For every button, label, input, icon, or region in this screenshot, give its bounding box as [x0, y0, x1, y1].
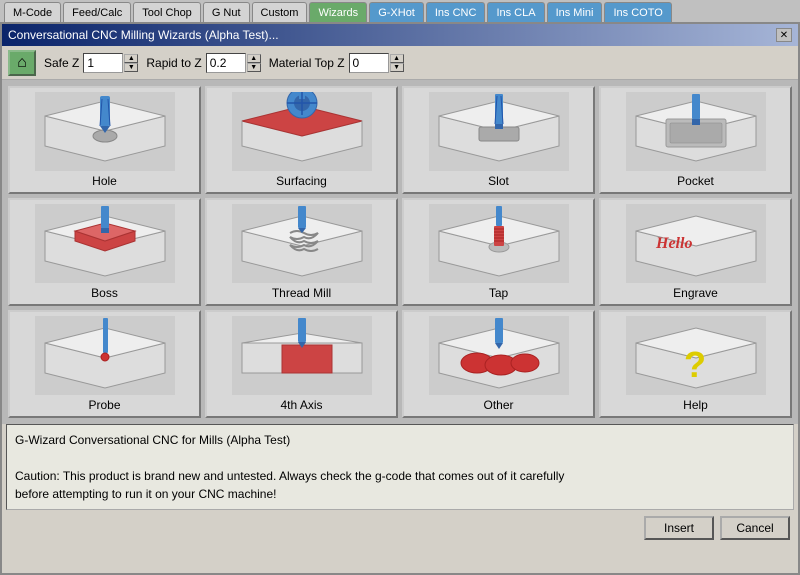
rapid-z-down[interactable]: ▼: [247, 63, 261, 72]
material-top-z-up[interactable]: ▲: [390, 54, 404, 63]
safe-z-up[interactable]: ▲: [124, 54, 138, 63]
slot-illustration: [429, 92, 569, 171]
tap-label: Tap: [489, 286, 508, 300]
rapid-z-input-group: ▲ ▼: [206, 53, 261, 73]
safe-z-input[interactable]: [83, 53, 123, 73]
wizard-grid: Hole: [2, 80, 798, 424]
rapid-z-label: Rapid to Z: [146, 56, 201, 70]
tab-gnat[interactable]: G Nut: [203, 2, 250, 22]
wizard-engrave[interactable]: Hello Engrave: [599, 198, 792, 306]
tab-gxhot[interactable]: G-XHot: [369, 2, 424, 22]
safe-z-group: Safe Z ▲ ▼: [44, 53, 138, 73]
home-button[interactable]: ⌂: [8, 50, 36, 76]
bottom-text-area: G-Wizard Conversational CNC for Mills (A…: [6, 424, 794, 510]
dialog-title-text: Conversational CNC Milling Wizards (Alph…: [8, 28, 279, 42]
safe-z-down[interactable]: ▼: [124, 63, 138, 72]
insert-button[interactable]: Insert: [644, 516, 714, 540]
bottom-line2: Caution: This product is brand new and u…: [15, 467, 785, 485]
tab-bar: M-Code Feed/Calc Tool Chop G Nut Custom …: [0, 0, 800, 22]
dialog-titlebar: Conversational CNC Milling Wizards (Alph…: [2, 24, 798, 46]
material-top-z-input[interactable]: [349, 53, 389, 73]
wizard-slot[interactable]: Slot: [402, 86, 595, 194]
help-illustration: ?: [626, 316, 766, 395]
safe-z-input-group: ▲ ▼: [83, 53, 138, 73]
dialog-close-button[interactable]: ✕: [776, 28, 792, 42]
safe-z-label: Safe Z: [44, 56, 79, 70]
engrave-illustration: Hello: [626, 204, 766, 283]
wizard-tap[interactable]: Tap: [402, 198, 595, 306]
toolbar: ⌂ Safe Z ▲ ▼ Rapid to Z ▲ ▼ Ma: [2, 46, 798, 80]
boss-label: Boss: [91, 286, 118, 300]
rapid-z-spinners: ▲ ▼: [247, 54, 261, 72]
probe-label: Probe: [88, 398, 120, 412]
rapid-z-input[interactable]: [206, 53, 246, 73]
tab-feedcalc[interactable]: Feed/Calc: [63, 2, 131, 22]
thread-mill-illustration: [232, 204, 372, 283]
tab-wizards[interactable]: Wizards: [309, 2, 367, 22]
material-top-z-spinners: ▲ ▼: [390, 54, 404, 72]
footer: Insert Cancel: [2, 512, 798, 544]
engrave-label: Engrave: [673, 286, 718, 300]
rapid-z-up[interactable]: ▲: [247, 54, 261, 63]
tap-illustration: [429, 204, 569, 283]
pocket-label: Pocket: [677, 174, 714, 188]
svg-text:?: ?: [684, 344, 706, 385]
tab-mcode[interactable]: M-Code: [4, 2, 61, 22]
4th-axis-label: 4th Axis: [280, 398, 322, 412]
bottom-line3: before attempting to run it on your CNC …: [15, 485, 785, 503]
wizard-other[interactable]: Other: [402, 310, 595, 418]
probe-illustration: [35, 316, 175, 395]
material-top-z-label: Material Top Z: [269, 56, 345, 70]
pocket-illustration: [626, 92, 766, 171]
tab-inscla[interactable]: Ins CLA: [487, 2, 544, 22]
material-top-z-group: Material Top Z ▲ ▼: [269, 53, 404, 73]
slot-label: Slot: [488, 174, 509, 188]
wizard-thread-mill[interactable]: Thread Mill: [205, 198, 398, 306]
home-icon: ⌂: [17, 54, 27, 72]
wizard-hole[interactable]: Hole: [8, 86, 201, 194]
rapid-z-group: Rapid to Z ▲ ▼: [146, 53, 260, 73]
wizard-probe[interactable]: Probe: [8, 310, 201, 418]
thread-mill-label: Thread Mill: [272, 286, 331, 300]
surfacing-illustration: [232, 92, 372, 171]
tab-inscnc[interactable]: Ins CNC: [426, 2, 486, 22]
hole-label: Hole: [92, 174, 117, 188]
tab-custom[interactable]: Custom: [252, 2, 308, 22]
wizard-boss[interactable]: Boss: [8, 198, 201, 306]
wizard-help[interactable]: ? Help: [599, 310, 792, 418]
dialog: Conversational CNC Milling Wizards (Alph…: [0, 22, 800, 575]
other-label: Other: [483, 398, 513, 412]
tab-insmini[interactable]: Ins Mini: [547, 2, 603, 22]
svg-text:Hello: Hello: [655, 235, 692, 252]
other-illustration: [429, 316, 569, 395]
tab-toolchop[interactable]: Tool Chop: [133, 2, 201, 22]
tab-inscoto[interactable]: Ins COTO: [604, 2, 671, 22]
wizard-4th-axis[interactable]: 4th Axis: [205, 310, 398, 418]
safe-z-spinners: ▲ ▼: [124, 54, 138, 72]
material-top-z-input-group: ▲ ▼: [349, 53, 404, 73]
help-label: Help: [683, 398, 708, 412]
boss-illustration: [35, 204, 175, 283]
wizard-surfacing[interactable]: Surfacing: [205, 86, 398, 194]
material-top-z-down[interactable]: ▼: [390, 63, 404, 72]
hole-illustration: [35, 92, 175, 171]
cancel-button[interactable]: Cancel: [720, 516, 790, 540]
bottom-line1: G-Wizard Conversational CNC for Mills (A…: [15, 431, 785, 449]
4th-axis-illustration: [232, 316, 372, 395]
surfacing-label: Surfacing: [276, 174, 327, 188]
wizard-pocket[interactable]: Pocket: [599, 86, 792, 194]
